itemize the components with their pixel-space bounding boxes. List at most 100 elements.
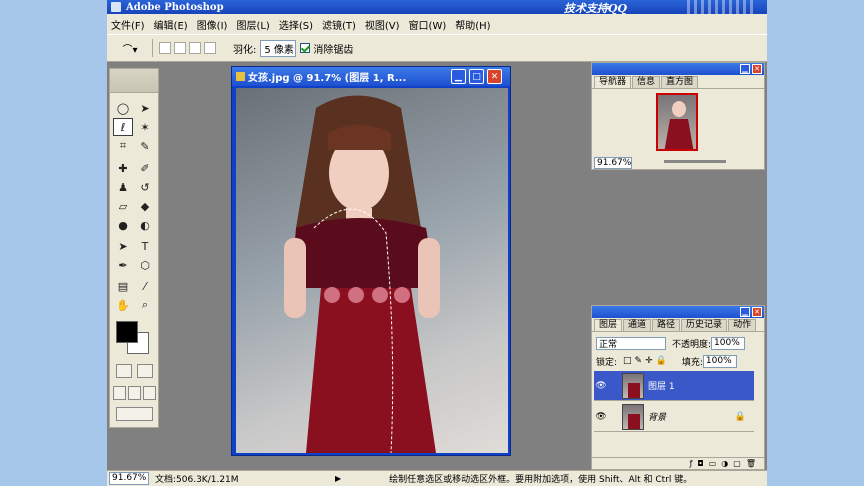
photoshop-logo-icon: [111, 2, 121, 12]
intersect-selection-icon[interactable]: [204, 42, 216, 54]
tab-navigator[interactable]: 导航器: [594, 76, 632, 88]
minimize-button[interactable]: ▁: [451, 69, 466, 84]
antialias-label: 消除锯齿: [313, 44, 354, 56]
foreground-color-swatch[interactable]: [116, 321, 138, 343]
clone-stamp-icon[interactable]: ♟: [113, 178, 133, 196]
antialias-checkbox[interactable]: [300, 43, 311, 53]
quickmask-mode-icon[interactable]: [137, 364, 153, 378]
adjustment-layer-icon[interactable]: ◑: [721, 459, 728, 468]
lock-label: 锁定:: [596, 357, 618, 368]
hand-tool-icon[interactable]: ✋: [113, 296, 133, 314]
opacity-field[interactable]: 100%: [711, 336, 746, 350]
shape-tool-icon[interactable]: ⬡: [135, 256, 155, 274]
pen-tool-icon[interactable]: ✒: [113, 256, 133, 274]
add-selection-icon[interactable]: [174, 42, 186, 54]
imageready-jump-icon[interactable]: [116, 407, 153, 421]
healing-brush-icon[interactable]: ✚: [113, 159, 133, 177]
layer-mask-icon[interactable]: ◘: [697, 459, 703, 468]
standard-mode-icon[interactable]: [116, 364, 132, 378]
close-button[interactable]: ✕: [487, 69, 502, 84]
dress-top-shape: [291, 218, 436, 288]
blend-mode-select[interactable]: 正常: [596, 336, 666, 350]
layer-name: 背景: [648, 413, 667, 423]
crop-tool-icon[interactable]: ⌗: [113, 137, 133, 155]
tab-paths[interactable]: 路径: [652, 319, 681, 331]
navigator-thumbnail: [664, 101, 694, 149]
tab-histogram[interactable]: 直方图: [661, 76, 699, 88]
feather-label: 羽化:: [233, 44, 257, 56]
flower-decoration: [348, 287, 364, 303]
eraser-tool-icon[interactable]: ▱: [113, 197, 133, 215]
slice-tool-icon[interactable]: ✎: [135, 137, 155, 155]
path-select-icon[interactable]: ➤: [113, 237, 133, 255]
layer-style-icon[interactable]: ƒ: [690, 459, 693, 468]
navigator-tabs: 导航器 信息 直方图: [592, 75, 764, 89]
eye-icon[interactable]: 👁: [594, 412, 608, 422]
feather-input[interactable]: 5 像素: [260, 39, 297, 57]
tab-channels[interactable]: 通道: [623, 319, 652, 331]
zoom-tool-icon[interactable]: ⌕: [135, 296, 155, 314]
paint-bucket-icon[interactable]: ◆: [135, 197, 155, 215]
menu-select[interactable]: 选择(S): [279, 17, 313, 32]
dodge-tool-icon[interactable]: ◐: [135, 216, 155, 234]
tab-actions[interactable]: 动作: [728, 319, 757, 331]
menu-edit[interactable]: 编辑(E): [154, 17, 188, 32]
panel-close-icon[interactable]: ✕: [752, 307, 762, 317]
new-set-icon[interactable]: ▭: [709, 459, 717, 468]
left-arm-shape: [284, 238, 306, 318]
blur-tool-icon[interactable]: ●: [113, 216, 133, 234]
magic-wand-icon[interactable]: ✶: [135, 118, 155, 136]
document-icon: [236, 72, 245, 81]
menu-window[interactable]: 窗口(W): [409, 17, 447, 32]
type-tool-icon[interactable]: T: [135, 237, 155, 255]
menu-file[interactable]: 文件(F): [111, 17, 145, 32]
lock-icons[interactable]: □✎✛🔒: [623, 356, 670, 366]
marquee-tool-icon[interactable]: ◯: [113, 99, 133, 117]
layers-footer: ƒ ◘ ▭ ◑ ▢ 🗑: [592, 457, 764, 469]
brush-tool-icon[interactable]: ✐: [135, 159, 155, 177]
toolbox-header-feather-icon: [110, 69, 158, 93]
menu-image[interactable]: 图像(I): [197, 17, 228, 32]
lasso-tool-icon[interactable]: ℓ: [113, 118, 133, 136]
app-titlebar: Adobe Photoshop 技术支持QQ: [107, 0, 767, 15]
status-hint: 绘制任意选区或移动选区外框。要用附加选项，使用 Shift、Alt 和 Ctrl…: [389, 475, 693, 485]
tab-info[interactable]: 信息: [632, 76, 661, 88]
zoom-slider[interactable]: [664, 160, 726, 163]
navigator-titlebar: ▁ ✕: [592, 63, 764, 75]
lasso-preset-icon[interactable]: ⌒▾: [117, 40, 143, 56]
navigator-preview[interactable]: [656, 93, 698, 151]
panel-minimize-icon[interactable]: ▁: [740, 307, 750, 317]
notes-tool-icon[interactable]: ▤: [113, 277, 133, 295]
screen-mode-3-icon[interactable]: [143, 386, 156, 400]
panel-close-icon[interactable]: ✕: [752, 64, 762, 74]
layer-row-background[interactable]: 👁 背景 🔒: [594, 402, 754, 432]
subtract-selection-icon[interactable]: [189, 42, 201, 54]
navigator-panel: ▁ ✕ 导航器 信息 直方图 91.67%: [591, 62, 765, 170]
tab-history[interactable]: 历史记录: [681, 319, 728, 331]
history-brush-icon[interactable]: ↺: [135, 178, 155, 196]
screen-mode-1-icon[interactable]: [113, 386, 126, 400]
maximize-button[interactable]: □: [469, 69, 484, 84]
new-layer-icon[interactable]: ▢: [733, 459, 741, 468]
blend-row: 正常 不透明度: 100%: [592, 336, 764, 350]
tab-layers[interactable]: 图层: [594, 319, 623, 331]
new-selection-icon[interactable]: [159, 42, 171, 54]
divider: [152, 39, 153, 57]
panel-minimize-icon[interactable]: ▁: [740, 64, 750, 74]
status-arrow-icon[interactable]: ▶: [335, 474, 341, 483]
menu-help[interactable]: 帮助(H): [455, 17, 490, 32]
layer-row-1[interactable]: 👁 图层 1: [594, 371, 754, 401]
menu-filter[interactable]: 滤镜(T): [322, 17, 356, 32]
eyedropper-icon[interactable]: ⁄: [135, 277, 155, 295]
fill-field[interactable]: 100%: [702, 354, 737, 368]
move-tool-icon[interactable]: ➤: [135, 99, 155, 117]
delete-layer-icon[interactable]: 🗑: [746, 459, 756, 468]
screen-mode-2-icon[interactable]: [128, 386, 141, 400]
toolbox: ◯ ➤ ℓ ✶ ⌗ ✎ ✚ ✐ ♟ ↺ ▱ ◆ ● ◐ ➤ T ✒ ⬡ ▤ ⁄ …: [109, 68, 159, 428]
image-canvas[interactable]: [236, 88, 508, 453]
navigator-zoom-field[interactable]: 91.67%: [594, 157, 632, 169]
menu-layer[interactable]: 图层(L): [236, 17, 269, 32]
eye-icon[interactable]: 👁: [594, 381, 608, 391]
status-zoom-field[interactable]: 91.67%: [109, 472, 149, 485]
menu-view[interactable]: 视图(V): [365, 17, 400, 32]
